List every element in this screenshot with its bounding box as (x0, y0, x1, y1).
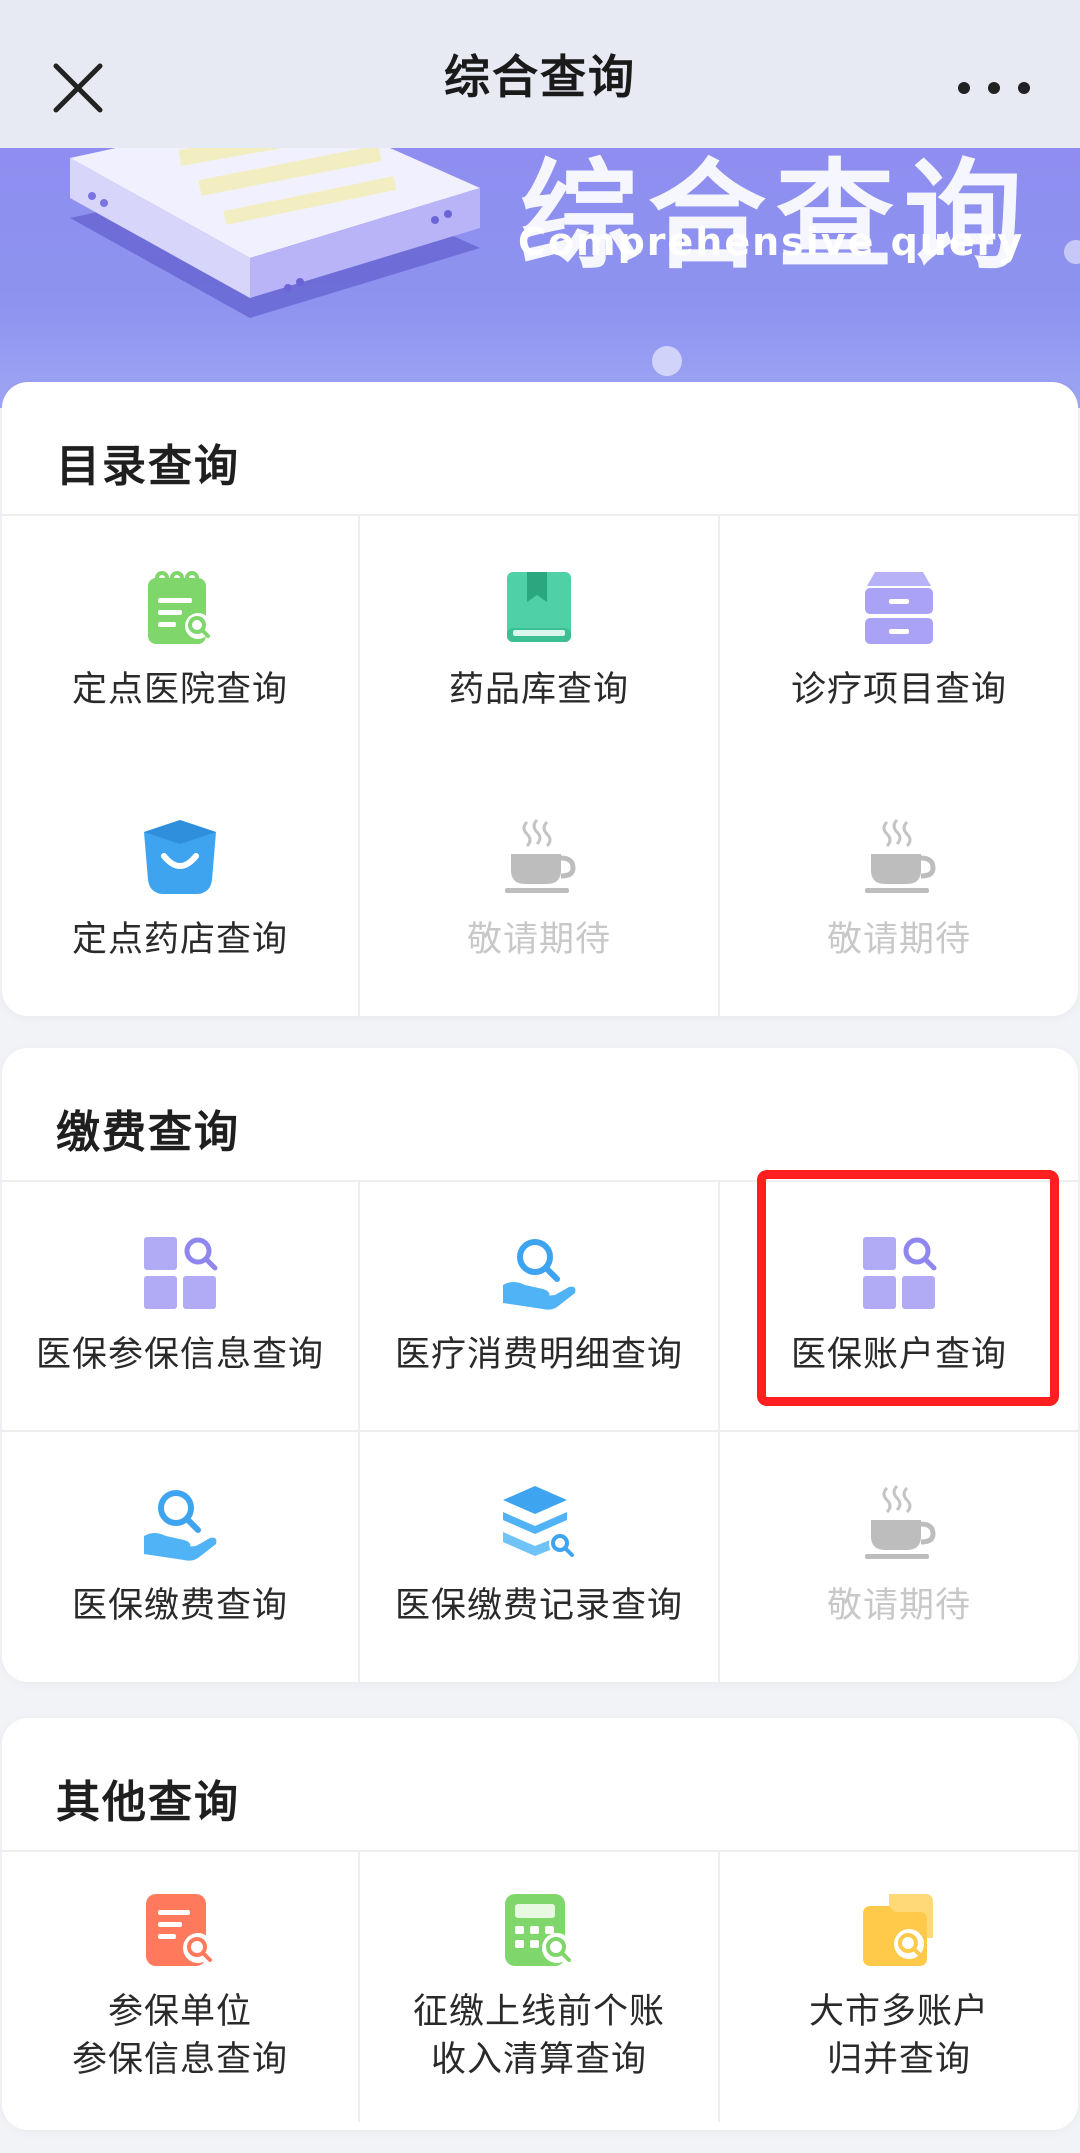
other-query-card: 其他查询 参保单位 参保信息查询 征缴上线前个账 收入清算查询 大市多账户 归并… (2, 1718, 1078, 2130)
section-title: 目录查询 (56, 441, 240, 492)
calculator-search-icon (505, 1894, 572, 1966)
payment-grid: 医保参保信息查询 医疗消费明细查询 医保账户查询 医保缴费查询 医保缴费记录查询… (2, 1180, 1078, 1682)
section-title: 缴费查询 (56, 1107, 240, 1158)
coffee-icon (505, 818, 576, 893)
medical-consumption-detail-query-item[interactable]: 医疗消费明细查询 (360, 1182, 720, 1432)
multi-account-merge-query-item[interactable]: 大市多账户 归并查询 (720, 1852, 1078, 2122)
page-title: 综合查询 (444, 50, 636, 104)
designated-hospital-query-item[interactable]: 定点医院查询 (2, 516, 360, 766)
insurance-enrollment-info-query-item[interactable]: 医保参保信息查询 (2, 1182, 360, 1432)
coming-soon-item: 敬请期待 (720, 1432, 1078, 1682)
cabinet-icon (865, 572, 933, 644)
payment-query-card: 缴费查询 医保参保信息查询 医疗消费明细查询 医保账户查询 医保缴费查询 医保缴… (2, 1048, 1078, 1682)
coffee-icon (865, 1484, 936, 1559)
item-label: 诊疗项目查询 (790, 670, 1007, 710)
layers-search-icon (503, 1486, 574, 1557)
insurance-payment-query-item[interactable]: 医保缴费查询 (2, 1432, 360, 1682)
insurance-payment-record-query-item[interactable]: 医保缴费记录查询 (360, 1432, 720, 1682)
designated-pharmacy-query-item[interactable]: 定点药店查询 (2, 766, 360, 1016)
banner-subtitle: Comprehensive query (518, 220, 1025, 264)
coffee-icon (865, 818, 936, 893)
item-label: 大市多账户 归并查询 (808, 1992, 989, 2080)
coming-soon-item: 敬请期待 (720, 766, 1078, 1016)
other-grid: 参保单位 参保信息查询 征缴上线前个账 收入清算查询 大市多账户 归并查询 (2, 1850, 1078, 2122)
employer-enrollment-info-query-item[interactable]: 参保单位 参保信息查询 (2, 1852, 360, 2122)
top-bar: 综合查询 (0, 0, 1080, 148)
catalog-grid: 定点医院查询 药品库查询 诊疗项目查询 定点药店查询 敬请期待 敬请期待 (2, 514, 1078, 1016)
book-icon (507, 572, 571, 642)
document-search-icon (146, 1894, 213, 1966)
item-label: 医疗消费明细查询 (394, 1335, 683, 1375)
banner: 综合查询 Comprehensive query (0, 148, 1080, 408)
item-label: 定点药店查询 (71, 920, 288, 960)
grid-search-icon (863, 1237, 937, 1309)
item-label: 医保参保信息查询 (35, 1335, 324, 1375)
grid-search-icon (144, 1237, 218, 1309)
item-label: 征缴上线前个账 收入清算查询 (412, 1992, 665, 2080)
close-icon[interactable] (50, 60, 106, 116)
insurance-account-query-item[interactable]: 医保账户查询 (720, 1182, 1078, 1432)
item-label: 敬请期待 (466, 920, 611, 960)
hand-search-icon (144, 1490, 217, 1561)
treatment-item-query-item[interactable]: 诊疗项目查询 (720, 516, 1078, 766)
item-label: 参保单位 参保信息查询 (71, 1992, 288, 2080)
item-label: 定点医院查询 (71, 670, 288, 710)
server-illustration-icon (70, 148, 480, 318)
section-title: 其他查询 (56, 1777, 240, 1828)
hospital-list-icon (148, 571, 211, 644)
shopping-bag-icon (144, 820, 216, 894)
more-options-icon[interactable] (958, 64, 1030, 112)
decorative-dot (652, 346, 682, 376)
item-label: 医保缴费查询 (71, 1586, 288, 1626)
item-label: 医保缴费记录查询 (394, 1586, 683, 1626)
pre-launch-account-settlement-query-item[interactable]: 征缴上线前个账 收入清算查询 (360, 1852, 720, 2122)
item-label: 敬请期待 (826, 920, 971, 960)
item-label: 医保账户查询 (790, 1335, 1007, 1375)
drug-library-query-item[interactable]: 药品库查询 (360, 516, 720, 766)
catalog-query-card: 目录查询 定点医院查询 药品库查询 诊疗项目查询 定点药店查询 敬请期待 敬请期… (2, 382, 1078, 1016)
hand-search-icon (503, 1239, 576, 1310)
item-label: 药品库查询 (448, 670, 629, 710)
folder-search-icon (863, 1894, 933, 1966)
item-label: 敬请期待 (826, 1586, 971, 1626)
decorative-dot (1064, 240, 1080, 264)
coming-soon-item: 敬请期待 (360, 766, 720, 1016)
